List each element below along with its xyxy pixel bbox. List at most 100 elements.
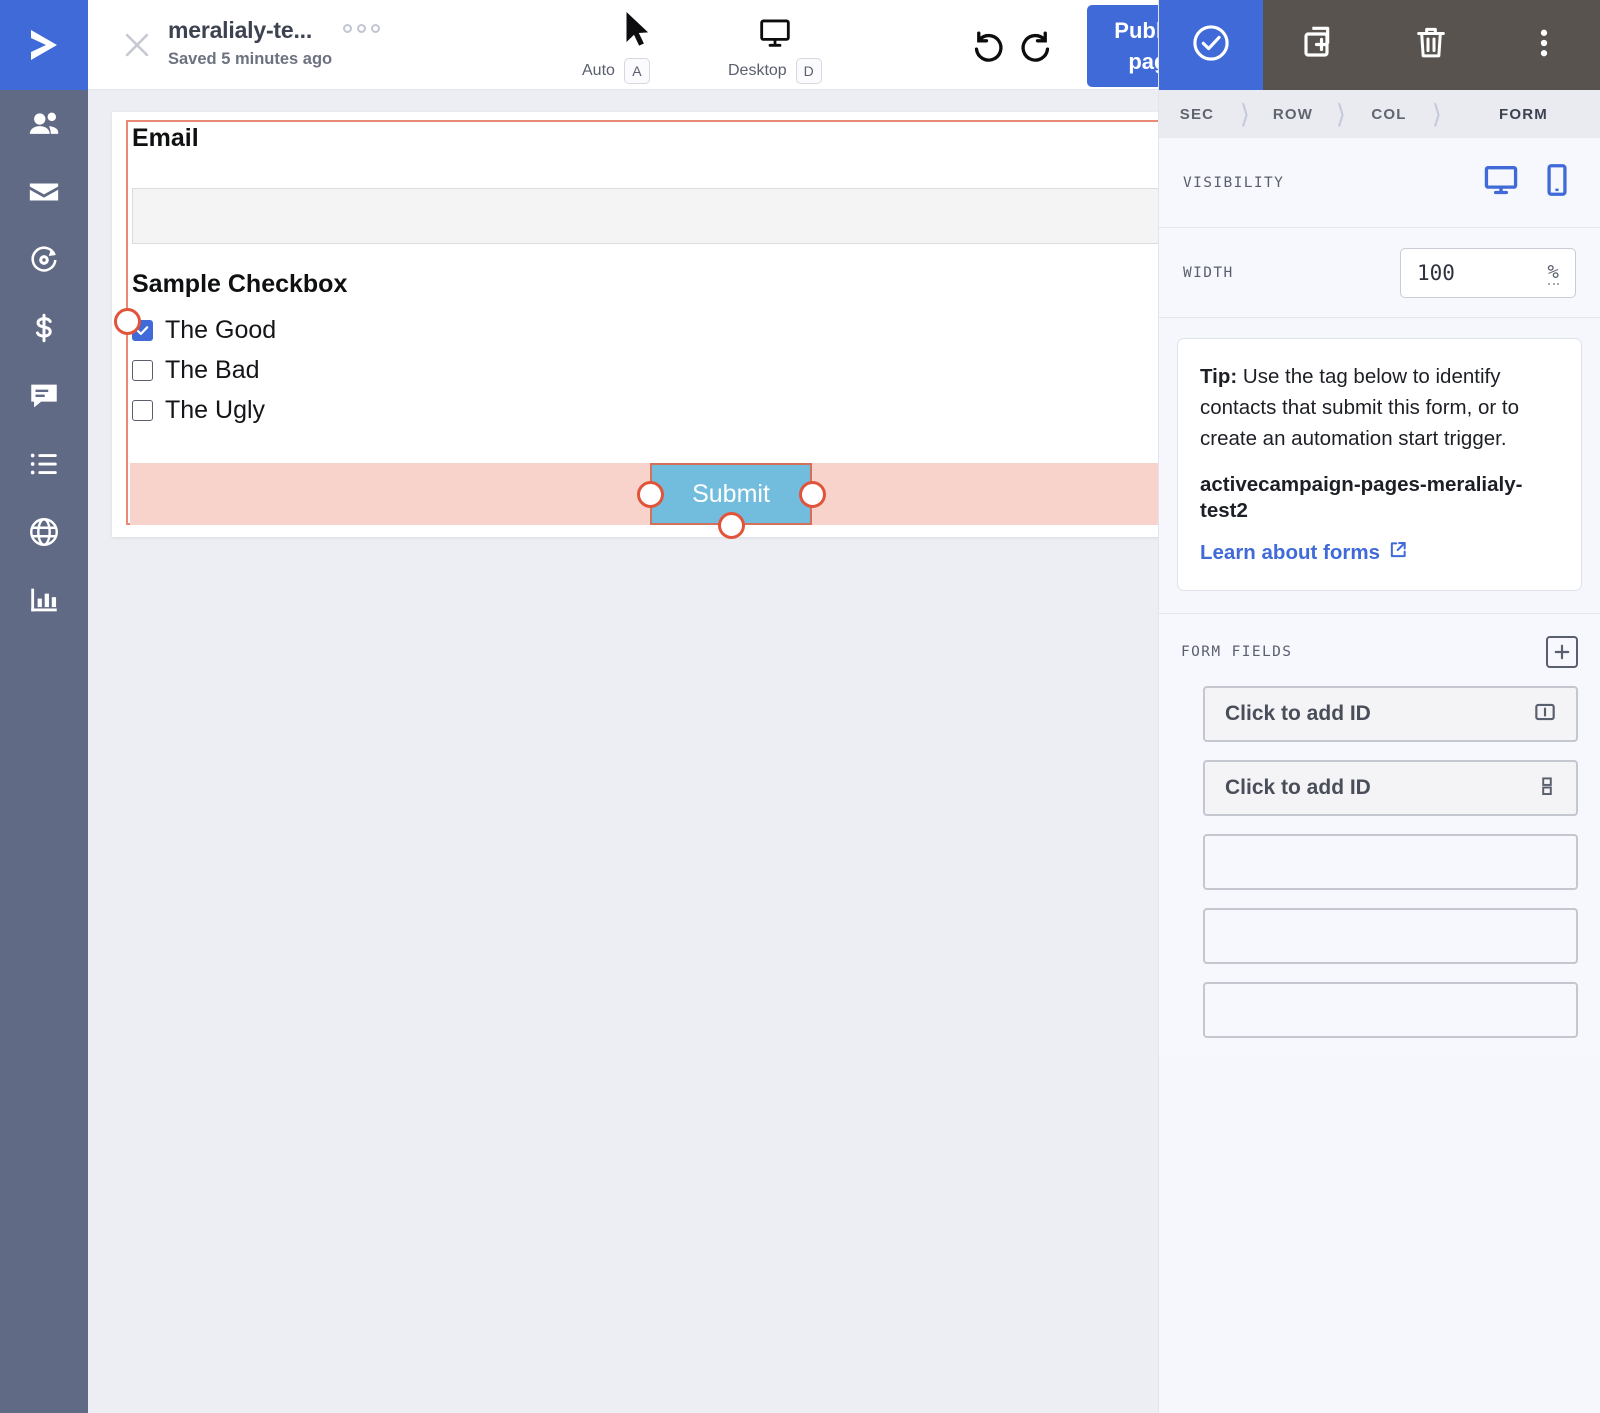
- width-label: WIDTH: [1183, 264, 1234, 281]
- checkbox-group-label: Sample Checkbox: [132, 270, 348, 298]
- form-field-label: Click to add ID: [1225, 702, 1371, 725]
- form-field-item-text[interactable]: Click to add ID: [1203, 686, 1578, 742]
- editor-topbar: meralialy-te... Saved 5 minutes ago Auto…: [88, 0, 1221, 90]
- checkbox-label: The Good: [165, 316, 277, 344]
- ellipsis-icon[interactable]: [343, 24, 380, 33]
- chevron-right-icon: ⟩: [1239, 98, 1251, 129]
- page-card: Email Sample Checkbox The Good The Bad T…: [112, 112, 1158, 539]
- checkbox-icon-unchecked[interactable]: [132, 360, 153, 381]
- breadcrumb: SEC ⟩ ROW ⟩ COL ⟩ FORM: [1159, 90, 1600, 138]
- redo-arrow-icon[interactable]: [1016, 24, 1058, 71]
- checkbox-field-icon: [1536, 773, 1558, 804]
- sidebar-item-conversations[interactable]: [0, 362, 88, 430]
- delete-button[interactable]: [1375, 23, 1487, 68]
- breadcrumb-item-sec[interactable]: SEC: [1159, 90, 1235, 138]
- resize-handle-form-left[interactable]: [114, 308, 141, 335]
- width-input-wrapper[interactable]: %: [1400, 247, 1576, 298]
- checkbox-row-the-good[interactable]: The Good: [132, 316, 276, 345]
- contacts-icon: [27, 107, 61, 141]
- panel-action-bar: [1159, 0, 1600, 90]
- dollar-icon: [27, 311, 61, 345]
- close-icon[interactable]: [114, 22, 160, 68]
- width-input[interactable]: [1417, 260, 1517, 285]
- form-fields-section: FORM FIELDS Click to add ID Click to add…: [1159, 613, 1600, 1056]
- form-block-selected[interactable]: Email Sample Checkbox The Good The Bad T…: [114, 120, 1158, 539]
- email-input[interactable]: [132, 188, 1158, 244]
- globe-icon: [27, 515, 61, 549]
- duplicate-button[interactable]: [1263, 23, 1375, 68]
- check-circle-icon: [1190, 22, 1232, 69]
- sidebar-item-website[interactable]: [0, 498, 88, 566]
- checkbox-row-the-bad[interactable]: The Bad: [132, 356, 260, 385]
- form-tag-value: activecampaign-pages-meralialy-test2: [1200, 473, 1523, 522]
- form-fields-label: FORM FIELDS: [1181, 644, 1293, 660]
- checkbox-label: The Bad: [165, 356, 260, 384]
- sidebar-item-lists[interactable]: [0, 430, 88, 498]
- viewport-desktop-key: D: [795, 58, 822, 84]
- tip-prefix: Tip:: [1200, 365, 1238, 388]
- activecampaign-logo-icon[interactable]: [0, 0, 88, 90]
- form-field-label: Click to add ID: [1225, 776, 1371, 799]
- external-link-icon: [1388, 540, 1408, 566]
- checkbox-label: The Ugly: [165, 396, 266, 424]
- learn-about-forms-label: Learn about forms: [1200, 541, 1380, 564]
- plus-square-icon[interactable]: [1546, 636, 1578, 668]
- mobile-visibility-icon[interactable]: [1538, 161, 1576, 204]
- learn-about-forms-link[interactable]: Learn about forms: [1200, 540, 1408, 566]
- save-status: Saved 5 minutes ago: [168, 50, 333, 68]
- chevron-right-icon: ⟩: [1335, 98, 1347, 129]
- form-field-item-checkbox[interactable]: Click to add ID: [1203, 760, 1578, 816]
- sidebar-item-contacts[interactable]: [0, 90, 88, 158]
- text-field-icon: [1532, 699, 1558, 730]
- kebab-menu-icon: [1526, 25, 1562, 66]
- form-field-item-placeholder[interactable]: [1203, 908, 1578, 964]
- viewport-desktop[interactable]: Desktop D: [728, 12, 822, 84]
- tip-card: Tip: Use the tag below to identify conta…: [1177, 338, 1582, 591]
- page-canvas[interactable]: Email Sample Checkbox The Good The Bad T…: [88, 90, 1158, 1413]
- tip-body: Use the tag below to identify contacts t…: [1200, 365, 1520, 450]
- trash-icon: [1411, 23, 1451, 68]
- viewport-auto-label: Auto: [582, 62, 615, 79]
- width-section: WIDTH %: [1159, 228, 1600, 318]
- confirm-button[interactable]: [1159, 0, 1263, 90]
- chevron-right-icon: ⟩: [1431, 98, 1443, 129]
- bar-chart-icon: [27, 583, 61, 617]
- settings-panel: SEC ⟩ ROW ⟩ COL ⟩ FORM VISIBILITY WIDTH …: [1158, 0, 1600, 1413]
- visibility-section: VISIBILITY: [1159, 138, 1600, 228]
- duplicate-icon: [1299, 23, 1339, 68]
- panel-action-group: [1263, 0, 1600, 90]
- visibility-label: VISIBILITY: [1183, 174, 1285, 191]
- form-field-item-placeholder[interactable]: [1203, 982, 1578, 1038]
- resize-handle-bottom[interactable]: [718, 512, 745, 539]
- desktop-monitor-icon: [758, 12, 792, 50]
- resize-handle-left[interactable]: [637, 481, 664, 508]
- submit-row: Submit: [130, 463, 1158, 539]
- breadcrumb-item-form[interactable]: FORM: [1447, 90, 1600, 138]
- form-field-item-placeholder[interactable]: [1203, 834, 1578, 890]
- breadcrumb-item-row[interactable]: ROW: [1255, 90, 1331, 138]
- viewport-auto-key: A: [623, 58, 650, 84]
- left-sidebar: [0, 0, 88, 1413]
- undo-arrow-icon[interactable]: [966, 24, 1008, 71]
- conversations-icon: [27, 379, 61, 413]
- tip-text: Tip: Use the tag below to identify conta…: [1200, 361, 1559, 454]
- page-builder-app: meralialy-te... Saved 5 minutes ago Auto…: [0, 0, 1600, 1413]
- page-title[interactable]: meralialy-te...: [168, 17, 312, 44]
- sidebar-item-reports[interactable]: [0, 566, 88, 634]
- cursor-arrow-icon: [622, 10, 652, 55]
- checkbox-row-the-ugly[interactable]: The Ugly: [132, 396, 265, 425]
- email-field-label: Email: [132, 124, 199, 152]
- resize-handle-right[interactable]: [799, 481, 826, 508]
- automations-icon: [27, 243, 61, 277]
- viewport-desktop-label: Desktop: [728, 62, 787, 79]
- breadcrumb-item-col[interactable]: COL: [1351, 90, 1427, 138]
- desktop-visibility-icon[interactable]: [1482, 161, 1520, 204]
- more-options-button[interactable]: [1488, 25, 1600, 66]
- sidebar-item-deals[interactable]: [0, 294, 88, 362]
- checkbox-icon-unchecked[interactable]: [132, 400, 153, 421]
- sidebar-item-automations[interactable]: [0, 226, 88, 294]
- list-icon: [27, 447, 61, 481]
- email-icon: [27, 175, 61, 209]
- sidebar-item-campaigns[interactable]: [0, 158, 88, 226]
- width-unit[interactable]: %: [1547, 261, 1559, 285]
